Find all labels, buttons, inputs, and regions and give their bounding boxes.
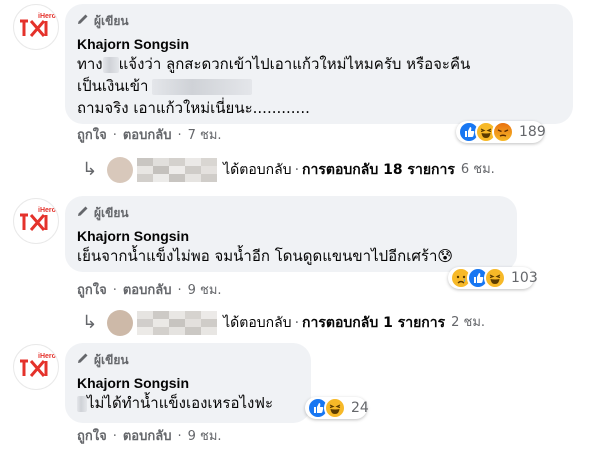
avatar-brand-text: iHero — [38, 353, 56, 360]
comment-timestamp[interactable]: 7 ชม. — [188, 128, 222, 144]
reaction-count: 24 — [351, 400, 369, 416]
pencil-icon — [77, 13, 89, 29]
comment-bubble: ผู้เขียน Khajorn Songsin ทาง แจ้งว่า ลูกส… — [65, 4, 573, 124]
view-replies-link[interactable]: ↳ ได้ตอบกลับ · การตอบกลับ 18 รายการ 6 ชม… — [82, 157, 495, 183]
blurred-text — [102, 56, 119, 73]
view-replies-link[interactable]: ↳ ได้ตอบกลับ · การตอบกลับ 1 รายการ 2 ชม. — [82, 310, 485, 336]
haha-icon — [324, 397, 346, 419]
comment-text-line: ทาง แจ้งว่า ลูกสะดวกเข้าไปเอาแก้วใหม่ไหมค… — [77, 55, 471, 73]
like-button[interactable]: ถูกใจ — [77, 283, 107, 299]
comment-text-line: เย็นจากน้ำแข็งไม่พอ จมน้ำอีก โดนดูดแขนขา… — [77, 247, 454, 265]
replies-count: 18 รายการ — [383, 162, 455, 178]
reaction-summary[interactable]: 103 — [448, 267, 538, 289]
blurred-replier-names — [137, 158, 218, 182]
like-button[interactable]: ถูกใจ — [77, 429, 107, 445]
blurred-text — [152, 78, 253, 95]
replies-count: 1 รายการ — [383, 315, 446, 331]
comment-actions: ถูกใจ · ตอบกลับ · 7 ชม. — [77, 128, 222, 144]
haha-icon — [484, 267, 506, 289]
author-name[interactable]: Khajorn Songsin — [77, 35, 559, 53]
author-badge: ผู้เขียน — [77, 205, 503, 221]
blurred-replier-names — [137, 311, 218, 335]
reaction-count: 103 — [511, 270, 538, 286]
reaction-count: 189 — [519, 124, 546, 140]
replier-avatar — [107, 157, 134, 183]
comment-bubble: ผู้เขียน Khajorn Songsin ไม่ได้ทำน้ำแข็ง… — [65, 343, 311, 423]
author-badge-label: ผู้เขียน — [94, 206, 129, 220]
reaction-summary[interactable]: 189 — [456, 121, 546, 143]
blurred-text — [77, 395, 87, 412]
avatar-brand-text: iHero — [38, 207, 56, 214]
pencil-icon — [77, 352, 89, 368]
author-badge: ผู้เขียน — [77, 13, 559, 29]
author-badge: ผู้เขียน — [77, 352, 297, 368]
author-badge-label: ผู้เขียน — [94, 353, 129, 367]
comment-text-line: ไม่ได้ทำน้ำแข็งเองเหรอไงฟะ — [77, 392, 297, 414]
comment-bubble: ผู้เขียน Khajorn Songsin เย็นจากน้ำแข็งไ… — [65, 196, 517, 272]
replies-label: การตอบกลับ — [302, 315, 379, 331]
author-badge-label: ผู้เขียน — [94, 14, 129, 28]
author-avatar[interactable]: iHero — [13, 198, 59, 244]
replies-label: การตอบกลับ — [302, 162, 379, 178]
avatar-brand-text: iHero — [38, 13, 56, 20]
reply-button[interactable]: ตอบกลับ — [123, 283, 172, 299]
reply-button[interactable]: ตอบกลับ — [123, 429, 172, 445]
author-name[interactable]: Khajorn Songsin — [77, 374, 297, 392]
like-button[interactable]: ถูกใจ — [77, 128, 107, 144]
comment-text-line: เป็นเงินเข้า — [77, 75, 559, 97]
angry-icon — [492, 121, 514, 143]
reply-arrow-icon: ↳ — [82, 159, 98, 180]
reply-timestamp: 2 ชม. — [451, 315, 486, 330]
reply-arrow-icon: ↳ — [82, 312, 98, 333]
comment-actions: ถูกใจ · ตอบกลับ · 9 ชม. — [77, 283, 222, 299]
comment-timestamp[interactable]: 9 ชม. — [188, 429, 222, 445]
comment-actions: ถูกใจ · ตอบกลับ · 9 ชม. — [77, 429, 222, 445]
author-avatar[interactable]: iHero — [13, 344, 59, 390]
comment-text-line: ถามจริง เอาแก้วใหม่เนี่ยนะ............ — [77, 99, 310, 117]
comment-timestamp[interactable]: 9 ชม. — [188, 283, 222, 299]
author-avatar[interactable]: iHero — [13, 4, 59, 50]
reply-button[interactable]: ตอบกลับ — [123, 128, 172, 144]
pencil-icon — [77, 205, 89, 221]
author-name[interactable]: Khajorn Songsin — [77, 227, 503, 245]
reply-timestamp: 6 ชม. — [460, 162, 495, 177]
reaction-summary[interactable]: 24 — [305, 397, 369, 419]
replier-avatar — [107, 310, 134, 336]
